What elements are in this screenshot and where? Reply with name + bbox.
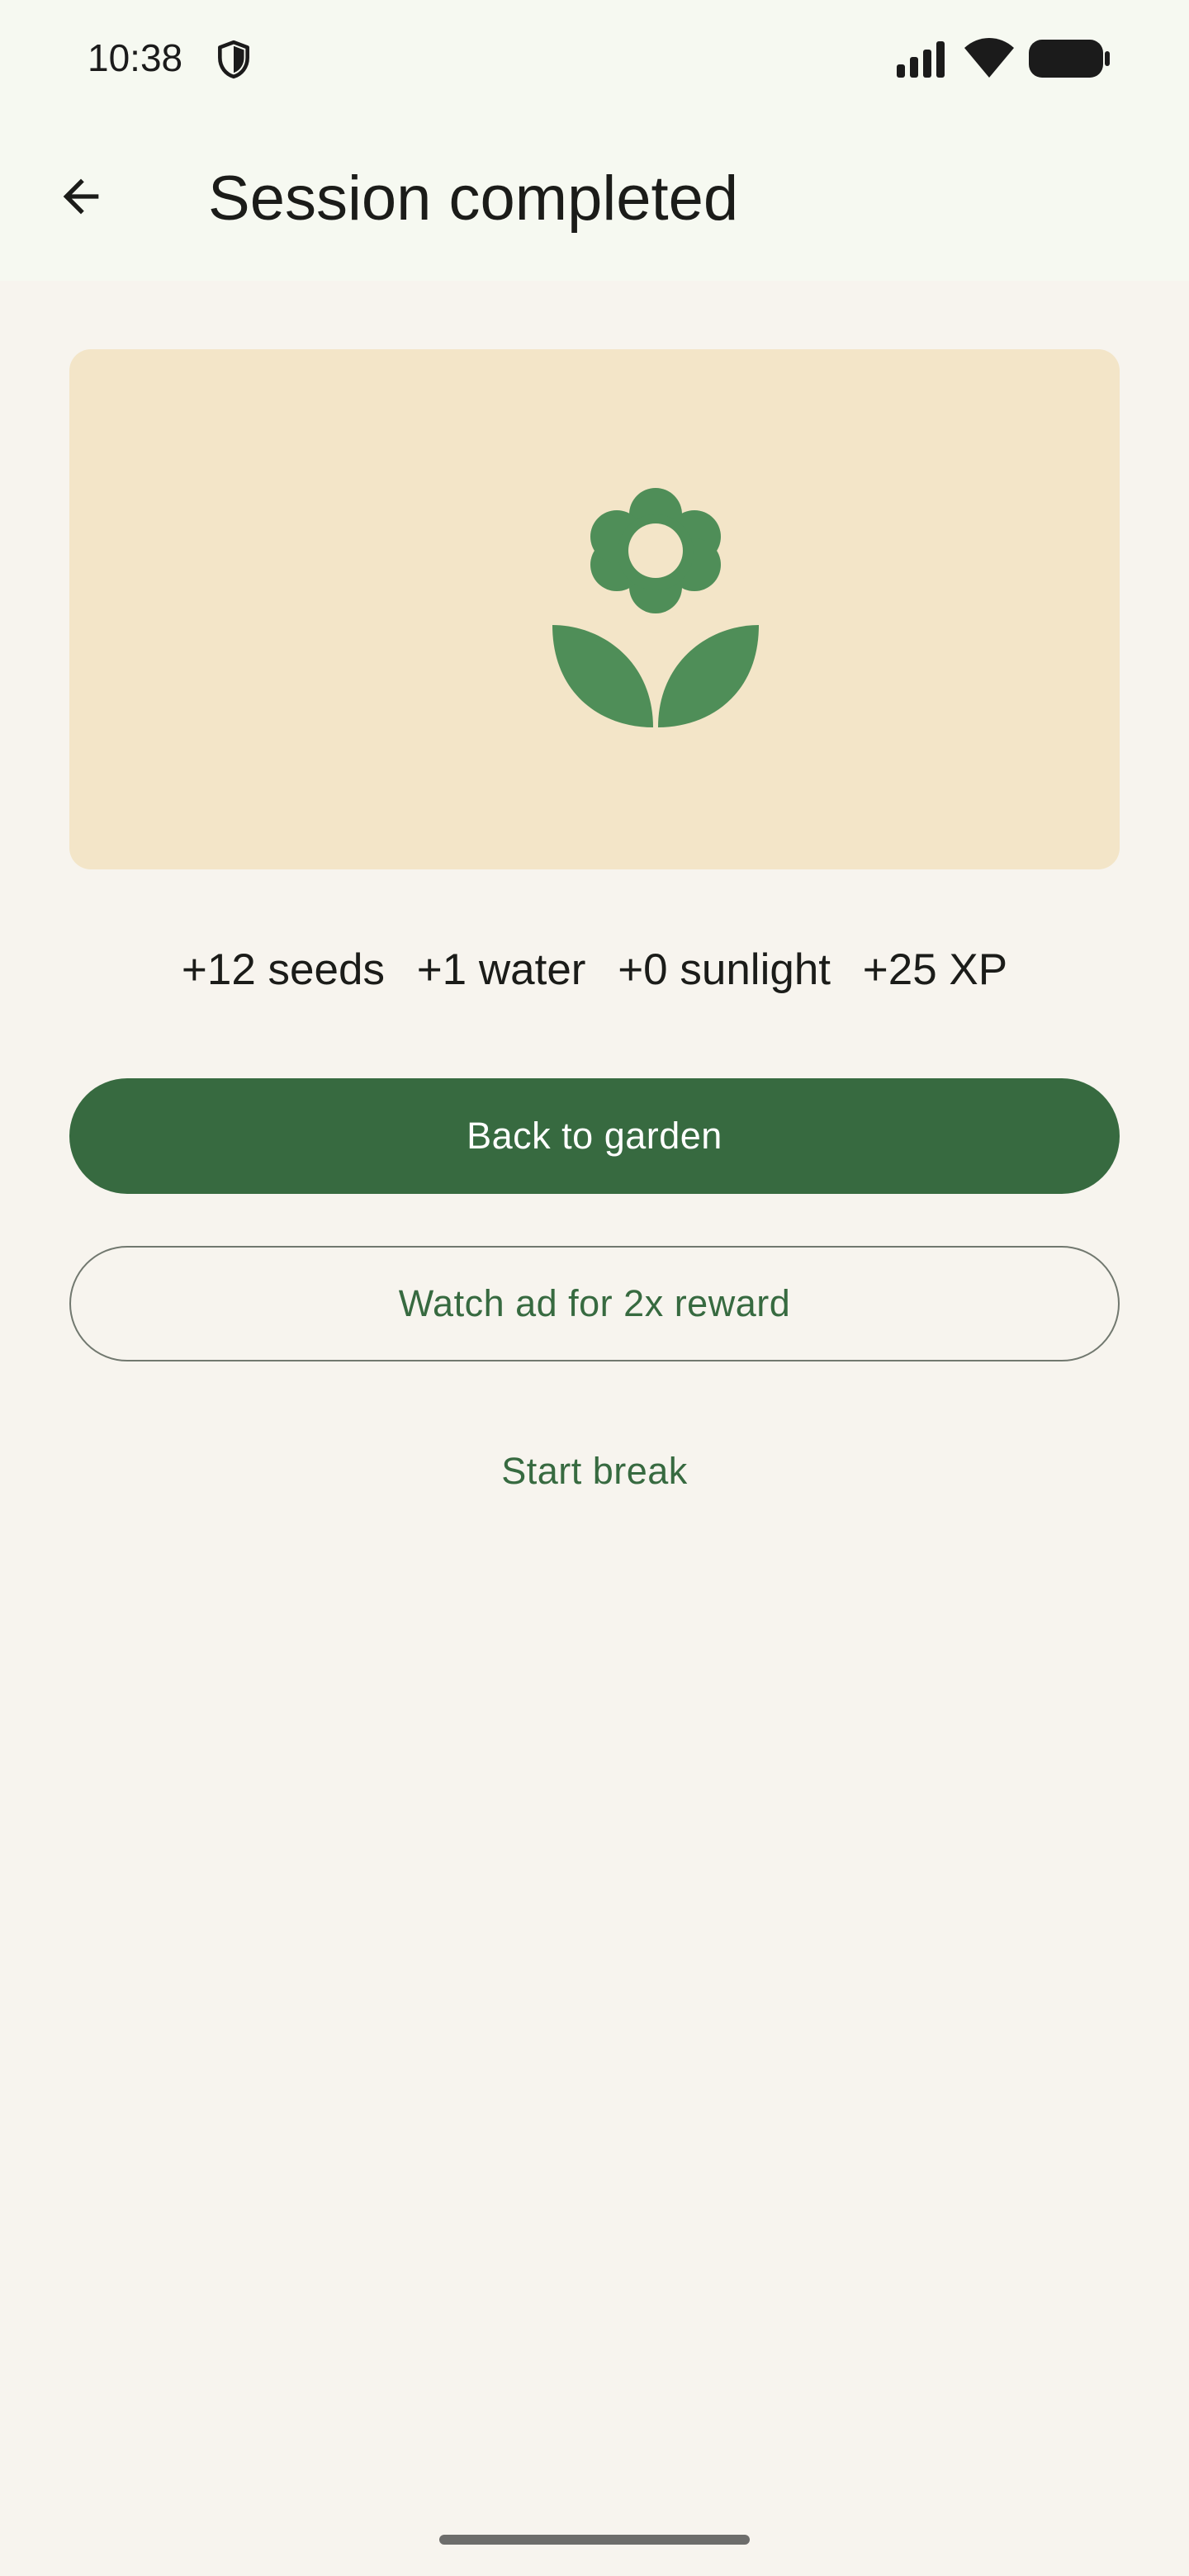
- hero-card: [69, 349, 1120, 869]
- back-button[interactable]: [41, 157, 121, 236]
- signal-icon: [897, 41, 945, 78]
- back-to-garden-label: Back to garden: [467, 1115, 722, 1157]
- top-app-bar: Session completed: [0, 132, 1189, 264]
- watch-ad-button[interactable]: Watch ad for 2x reward: [69, 1246, 1120, 1361]
- status-bar: 10:38: [0, 0, 1189, 120]
- status-time: 10:38: [88, 36, 183, 79]
- watch-ad-label: Watch ad for 2x reward: [398, 1282, 791, 1324]
- back-to-garden-button[interactable]: Back to garden: [69, 1078, 1120, 1194]
- arrow-back-icon: [63, 178, 99, 215]
- home-indicator[interactable]: [439, 2535, 750, 2545]
- top-app-area: 10:38 Session completed: [0, 0, 1189, 281]
- reward-xp: +25 XP: [862, 945, 1008, 994]
- rewards-summary: +12 seeds +1 water +0 sunlight +25 XP: [0, 941, 1189, 999]
- reward-water: +1 water: [416, 945, 586, 994]
- shield-icon: [218, 40, 249, 79]
- battery-icon: [1029, 40, 1110, 78]
- reward-sunlight: +0 sunlight: [618, 945, 831, 994]
- wifi-icon: [964, 38, 1014, 78]
- page-title: Session completed: [208, 163, 739, 234]
- flower-icon: [552, 488, 759, 727]
- start-break-button[interactable]: Start break: [429, 1413, 760, 1529]
- start-break-label: Start break: [501, 1450, 688, 1492]
- reward-seeds: +12 seeds: [181, 945, 385, 994]
